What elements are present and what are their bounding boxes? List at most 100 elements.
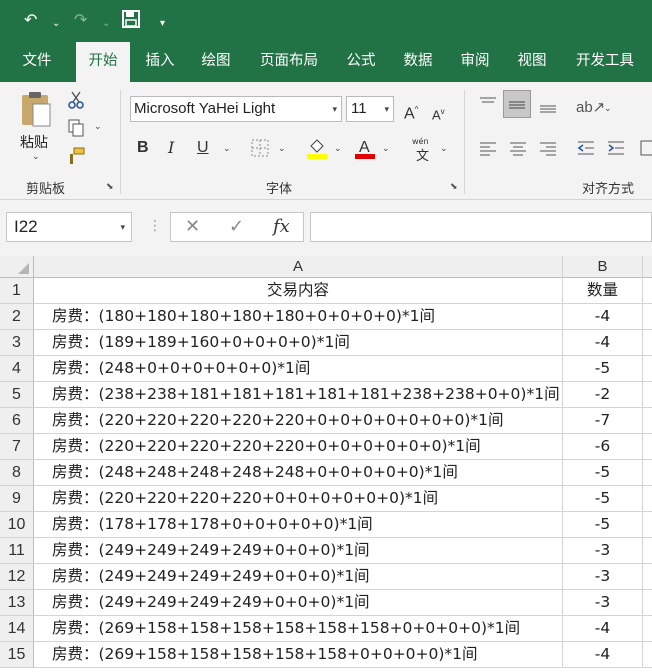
fill-color-dropdown-icon[interactable]: ⌄ <box>334 144 342 154</box>
cell-a[interactable]: 房费：(180+180+180+180+180+0+0+0+0)*1间 <box>34 304 563 330</box>
redo-icon[interactable]: ↷ <box>74 10 87 30</box>
undo-icon[interactable]: ↶ <box>24 10 37 30</box>
paste-icon[interactable] <box>20 90 52 128</box>
align-center-icon[interactable] <box>508 138 528 158</box>
font-name-select[interactable]: Microsoft YaHei Light ▾ <box>130 96 342 122</box>
cell-b[interactable]: -5 <box>563 460 643 486</box>
align-right-icon[interactable] <box>538 138 558 158</box>
row-header[interactable]: 10 <box>0 512 34 538</box>
cell-a[interactable]: 房费：(248+0+0+0+0+0+0)*1间 <box>34 356 563 382</box>
cell-c[interactable] <box>643 512 652 538</box>
cell-c[interactable] <box>643 564 652 590</box>
row-header[interactable]: 13 <box>0 590 34 616</box>
font-color-icon[interactable]: A <box>354 136 376 160</box>
cell-c[interactable] <box>643 460 652 486</box>
row-header[interactable]: 15 <box>0 642 34 668</box>
cell-c[interactable] <box>643 304 652 330</box>
orientation-icon[interactable]: ab↗ <box>576 98 605 118</box>
cell-c[interactable] <box>643 616 652 642</box>
cell-c[interactable] <box>643 642 652 668</box>
borders-dropdown-icon[interactable]: ⌄ <box>278 144 286 154</box>
cell-a[interactable]: 房费：(248+248+248+248+248+0+0+0+0+0)*1间 <box>34 460 563 486</box>
undo-dropdown-icon[interactable]: ⌄ <box>52 14 60 34</box>
row-header[interactable]: 9 <box>0 486 34 512</box>
insert-function-icon[interactable]: fx <box>273 215 290 239</box>
fill-color-icon[interactable] <box>306 136 328 160</box>
enter-icon[interactable]: ✓ <box>229 215 244 239</box>
align-middle-button[interactable] <box>503 90 531 118</box>
copy-dropdown-icon[interactable]: ⌄ <box>94 122 102 132</box>
customize-quick-access-icon[interactable]: ▾ <box>160 14 165 34</box>
cell-b[interactable]: -5 <box>563 486 643 512</box>
cell-c[interactable] <box>643 434 652 460</box>
cell-c[interactable] <box>643 330 652 356</box>
row-header[interactable]: 7 <box>0 434 34 460</box>
paste-button[interactable]: 粘贴 <box>20 132 48 152</box>
align-bottom-icon[interactable] <box>538 96 558 116</box>
cancel-icon[interactable]: ✕ <box>185 215 200 239</box>
cell-b[interactable]: -4 <box>563 642 643 668</box>
decrease-font-size-icon[interactable]: Av <box>432 102 445 125</box>
cell-a[interactable]: 房费：(269+158+158+158+158+158+0+0+0+0)*1间 <box>34 642 563 668</box>
paste-dropdown-icon[interactable]: ⌄ <box>32 152 40 162</box>
cell-b[interactable]: -2 <box>563 382 643 408</box>
cell-a[interactable]: 房费：(269+158+158+158+158+158+158+0+0+0+0)… <box>34 616 563 642</box>
cell-b[interactable]: -5 <box>563 512 643 538</box>
cell-a[interactable]: 房费：(220+220+220+220+220+0+0+0+0+0+0)*1间 <box>34 434 563 460</box>
cell-b[interactable]: -3 <box>563 590 643 616</box>
underline-button[interactable]: U <box>197 138 209 158</box>
worksheet-grid[interactable]: A B 1 交易内容 数量 2 房费：(180+180+180+180+180+0+0+… <box>0 256 652 672</box>
save-icon[interactable] <box>122 10 140 33</box>
tab-review[interactable]: 审阅 <box>450 42 500 82</box>
font-launcher-icon[interactable]: ⬊ <box>450 182 458 192</box>
tab-developer[interactable]: 开发工具 <box>566 42 644 82</box>
tab-insert[interactable]: 插入 <box>134 42 186 82</box>
cell-c[interactable] <box>643 408 652 434</box>
phonetic-dropdown-icon[interactable]: ⌄ <box>440 144 448 154</box>
underline-dropdown-icon[interactable]: ⌄ <box>223 144 231 154</box>
row-header[interactable]: 6 <box>0 408 34 434</box>
cell-c[interactable] <box>643 590 652 616</box>
align-left-icon[interactable] <box>478 138 498 158</box>
phonetic-guide-icon[interactable]: wén 文 <box>412 137 432 164</box>
cell-a[interactable]: 房费：(249+249+249+249+0+0+0)*1间 <box>34 538 563 564</box>
bold-button[interactable]: B <box>137 138 149 158</box>
row-header[interactable]: 11 <box>0 538 34 564</box>
cell-a[interactable]: 房费：(249+249+249+249+0+0+0)*1间 <box>34 590 563 616</box>
row-header[interactable]: 14 <box>0 616 34 642</box>
cut-icon[interactable] <box>66 90 86 110</box>
tab-formulas[interactable]: 公式 <box>336 42 386 82</box>
italic-button[interactable]: I <box>168 138 174 158</box>
formula-bar-grip-icon[interactable]: ⋮ <box>148 218 162 234</box>
cell-a[interactable]: 房费：(220+220+220+220+220+0+0+0+0+0+0+0)*1… <box>34 408 563 434</box>
column-header-c[interactable] <box>643 256 652 278</box>
cell-a[interactable]: 交易内容 <box>34 278 563 304</box>
cell-a[interactable]: 房费：(249+249+249+249+0+0+0)*1间 <box>34 564 563 590</box>
cell-c[interactable] <box>643 278 652 304</box>
redo-dropdown-icon[interactable]: ⌄ <box>102 14 110 34</box>
row-header[interactable]: 3 <box>0 330 34 356</box>
copy-icon[interactable] <box>66 118 86 138</box>
cell-b[interactable]: -3 <box>563 564 643 590</box>
clipboard-launcher-icon[interactable]: ⬊ <box>106 182 114 192</box>
name-box[interactable]: I22 ▾ <box>6 212 132 242</box>
cell-a[interactable]: 房费：(189+189+160+0+0+0+0)*1间 <box>34 330 563 356</box>
row-header[interactable]: 8 <box>0 460 34 486</box>
cell-a[interactable]: 房费：(178+178+178+0+0+0+0+0)*1间 <box>34 512 563 538</box>
column-header-a[interactable]: A <box>34 256 563 278</box>
column-header-b[interactable]: B <box>563 256 643 278</box>
increase-indent-icon[interactable] <box>606 138 626 158</box>
tab-page-layout[interactable]: 页面布局 <box>250 42 328 82</box>
tab-file[interactable]: 文件 <box>10 42 64 82</box>
orientation-dropdown-icon[interactable]: ⌄ <box>604 104 612 114</box>
font-color-dropdown-icon[interactable]: ⌄ <box>382 144 390 154</box>
cell-b[interactable]: -4 <box>563 616 643 642</box>
tab-home[interactable]: 开始 <box>76 42 130 84</box>
row-header[interactable]: 12 <box>0 564 34 590</box>
tab-data[interactable]: 数据 <box>393 42 443 82</box>
cell-b[interactable]: -6 <box>563 434 643 460</box>
cell-b[interactable]: -3 <box>563 538 643 564</box>
increase-font-size-icon[interactable]: A^ <box>404 100 418 124</box>
align-top-icon[interactable] <box>478 94 498 114</box>
cell-c[interactable] <box>643 356 652 382</box>
